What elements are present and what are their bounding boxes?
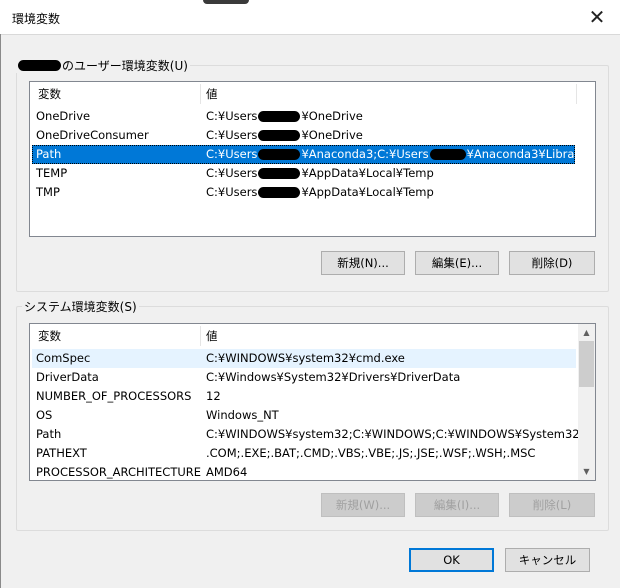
cancel-button[interactable]: キャンセル	[505, 548, 590, 572]
scroll-down-arrow-icon[interactable]: ▼	[578, 463, 595, 480]
column-separator[interactable]	[576, 84, 577, 104]
user-variables-label: のユーザー環境変数(U)	[16, 57, 190, 73]
redaction-mark	[258, 149, 301, 160]
scroll-up-arrow-icon[interactable]: ▲	[578, 324, 595, 341]
list-item-selected[interactable]: Path C:¥Users ¥Anaconda3;C:¥Users ¥Anacond…	[32, 145, 595, 164]
redacted-username	[18, 59, 61, 71]
user-new-button[interactable]: 新規(N)...	[321, 251, 405, 275]
title-bar-artifact	[203, 0, 249, 4]
column-header-value[interactable]: 値	[200, 324, 576, 348]
system-list-scrollbar[interactable]: ▲ ▼	[578, 324, 595, 480]
column-header-variable[interactable]: 変数	[32, 324, 200, 348]
list-item[interactable]: OneDriveConsumer C:¥Users ¥OneDrive	[32, 126, 593, 145]
redaction-mark	[258, 130, 301, 141]
window-title: 環境変数	[12, 12, 61, 26]
list-item[interactable]: DriverData C:¥Windows¥System32¥Drivers¥D…	[32, 368, 576, 387]
title-bar: 環境変数 ✕	[0, 0, 620, 35]
system-new-button[interactable]: 新規(W)...	[321, 493, 405, 517]
redaction-mark	[258, 168, 301, 179]
list-item[interactable]: Path C:¥WINDOWS¥system32;C:¥WINDOWS;C:¥W…	[32, 425, 595, 444]
list-item[interactable]: OneDrive C:¥Users ¥OneDrive	[32, 107, 593, 126]
scrollbar-thumb[interactable]	[579, 341, 594, 387]
column-header-variable[interactable]: 変数	[32, 82, 200, 106]
system-edit-button[interactable]: 編集(I)...	[415, 493, 499, 517]
system-variables-list[interactable]: 変数 値 ComSpec C:¥WINDOWS¥system32¥cmd.exe…	[29, 323, 596, 481]
user-edit-button[interactable]: 編集(E)...	[415, 251, 499, 275]
column-header-value[interactable]: 値	[200, 82, 576, 106]
list-item[interactable]: OS Windows_NT	[32, 406, 576, 425]
list-item[interactable]: PATHEXT .COM;.EXE;.BAT;.CMD;.VBS;.VBE;.J…	[32, 444, 576, 463]
list-item[interactable]: TEMP C:¥Users ¥AppData¥Local¥Temp	[32, 164, 593, 183]
system-variables-label: システム環境変数(S)	[22, 298, 139, 314]
list-item[interactable]: TMP C:¥Users ¥AppData¥Local¥Temp	[32, 183, 593, 202]
window-edge	[0, 34, 1, 588]
close-icon: ✕	[588, 5, 606, 29]
user-list-header: 変数 値	[30, 82, 595, 106]
redaction-mark	[429, 149, 466, 160]
redaction-mark	[258, 187, 301, 198]
close-button[interactable]: ✕	[574, 0, 620, 34]
user-delete-button[interactable]: 削除(D)	[509, 251, 595, 275]
user-variables-list[interactable]: 変数 値 OneDrive C:¥Users ¥OneDrive OneDrive…	[29, 81, 596, 237]
ok-button[interactable]: OK	[409, 548, 494, 572]
system-list-header: 変数 値	[30, 324, 578, 348]
list-item[interactable]: PROCESSOR_ARCHITECTURE AMD64	[32, 463, 576, 480]
redaction-mark	[258, 111, 301, 122]
list-item[interactable]: NUMBER_OF_PROCESSORS 12	[32, 387, 576, 406]
system-delete-button[interactable]: 削除(L)	[509, 493, 595, 517]
list-item[interactable]: ComSpec C:¥WINDOWS¥system32¥cmd.exe	[32, 349, 576, 368]
